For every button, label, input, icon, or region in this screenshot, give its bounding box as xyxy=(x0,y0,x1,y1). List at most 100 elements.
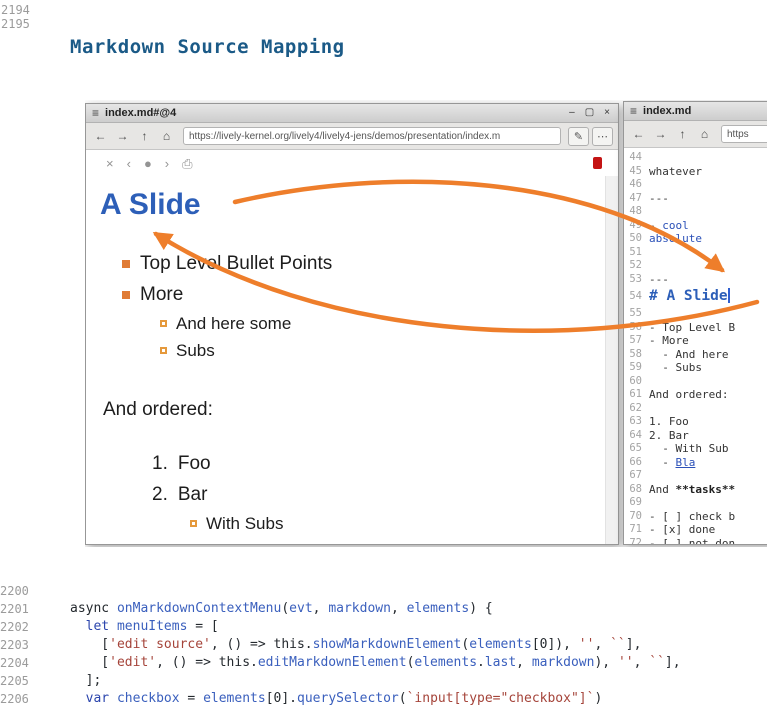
line-number: 65 xyxy=(624,442,649,456)
code-text: ['edit', () => this.editMarkdownElement(… xyxy=(34,654,681,672)
source-text: And **tasks** xyxy=(649,483,735,497)
up-button[interactable]: ↑ xyxy=(135,127,154,146)
maximize-button[interactable]: ▢ xyxy=(585,108,594,118)
bullet-text: And here some xyxy=(176,314,291,334)
source-line[interactable]: 52 xyxy=(624,259,767,273)
source-line[interactable]: 72- [ ] not don xyxy=(624,537,767,545)
source-text: # A Slide xyxy=(649,286,730,307)
up-button[interactable]: ↑ xyxy=(673,125,692,144)
code-line[interactable]: 2206 var checkbox = elements[0].querySel… xyxy=(0,690,767,708)
line-number: 50 xyxy=(624,232,649,246)
line-number: 56 xyxy=(624,321,649,335)
source-line[interactable]: 50absolute xyxy=(624,232,767,246)
back-button[interactable]: ← xyxy=(91,127,110,146)
source-line[interactable]: 53--- xyxy=(624,273,767,287)
home-button[interactable]: ⌂ xyxy=(157,127,176,146)
source-text: - With Sub xyxy=(649,442,728,456)
line-number: 51 xyxy=(624,246,649,260)
current-slide-dot-icon[interactable]: ● xyxy=(144,157,152,170)
source-line[interactable]: 67 xyxy=(624,469,767,483)
line-number: 48 xyxy=(624,205,649,219)
source-line[interactable]: 59 - Subs xyxy=(624,361,767,375)
ordered-text: Foo xyxy=(178,453,211,475)
source-line[interactable]: 55 xyxy=(624,307,767,321)
source-line[interactable]: 48 xyxy=(624,205,767,219)
source-line[interactable]: 642. Bar xyxy=(624,429,767,443)
close-button[interactable]: × xyxy=(604,108,610,118)
source-line[interactable]: 68And **tasks** xyxy=(624,483,767,497)
ordered-number: 2. xyxy=(152,484,168,506)
code-line[interactable]: 2203 ['edit source', () => this.showMark… xyxy=(0,636,767,654)
line-number: 2206 xyxy=(0,690,34,708)
source-line[interactable]: 56- Top Level B xyxy=(624,321,767,335)
minimize-button[interactable]: – xyxy=(569,108,575,118)
source-text: - More xyxy=(649,334,689,348)
more-options-button[interactable]: ⋯ xyxy=(592,127,613,146)
window-menu-icon[interactable]: ≡ xyxy=(630,105,637,117)
source-line[interactable]: 70- [ ] check b xyxy=(624,510,767,524)
source-line[interactable]: 69 xyxy=(624,496,767,510)
line-number: 58 xyxy=(624,348,649,362)
source-text: 1. Foo xyxy=(649,415,689,429)
source-line[interactable]: 58 - And here xyxy=(624,348,767,362)
url-input[interactable] xyxy=(183,127,561,145)
vertical-scrollbar[interactable] xyxy=(605,176,618,544)
presentation-close-icon[interactable]: × xyxy=(106,157,114,170)
url-input[interactable] xyxy=(721,125,767,143)
source-line[interactable]: 47--- xyxy=(624,192,767,206)
next-slide-icon[interactable]: › xyxy=(165,157,169,170)
source-line[interactable]: 44 xyxy=(624,151,767,165)
source-line[interactable]: 54# A Slide xyxy=(624,286,767,307)
source-line[interactable]: 66 - Bla xyxy=(624,456,767,470)
source-line[interactable]: 45whatever xyxy=(624,165,767,179)
presentation-toolbar: × ‹ ● › ⎙ xyxy=(86,150,618,176)
slide-content[interactable]: A Slide Top Level Bullet PointsMoreAnd h… xyxy=(86,176,618,544)
page-title: Markdown Source Mapping xyxy=(70,36,345,58)
line-number: 45 xyxy=(624,165,649,179)
code-line[interactable]: 2205 ]; xyxy=(0,672,767,690)
code-text: ['edit source', () => this.showMarkdownE… xyxy=(34,636,641,654)
code-block[interactable]: 22002201async onMarkdownContextMenu(evt,… xyxy=(0,582,767,708)
line-number: 61 xyxy=(624,388,649,402)
window-titlebar[interactable]: ≡ index.md#@4 – ▢ × xyxy=(86,104,618,123)
bullet-square-icon xyxy=(160,320,167,327)
line-number: 52 xyxy=(624,259,649,273)
source-line[interactable]: 57- More xyxy=(624,334,767,348)
source-line[interactable]: 62 xyxy=(624,402,767,416)
line-number: 59 xyxy=(624,361,649,375)
home-button[interactable]: ⌂ xyxy=(695,125,714,144)
code-line[interactable]: 2200 xyxy=(0,582,767,600)
print-icon[interactable]: ⎙ xyxy=(182,157,192,170)
slide-heading: A Slide xyxy=(100,188,590,222)
code-text xyxy=(34,582,70,600)
forward-button[interactable]: → xyxy=(113,127,132,146)
window-titlebar[interactable]: ≡ index.md xyxy=(624,102,767,121)
browser-navbar: ← → ↑ ⌂ ✎ ⋯ xyxy=(86,123,618,150)
back-button[interactable]: ← xyxy=(629,125,648,144)
source-line[interactable]: 65 - With Sub xyxy=(624,442,767,456)
code-line[interactable]: 2202 let menuItems = [ xyxy=(0,618,767,636)
forward-button[interactable]: → xyxy=(651,125,670,144)
code-line[interactable]: 2201async onMarkdownContextMenu(evt, mar… xyxy=(0,600,767,618)
source-line[interactable]: 631. Foo xyxy=(624,415,767,429)
window-menu-icon[interactable]: ≡ xyxy=(92,107,99,119)
line-number: 60 xyxy=(624,375,649,389)
source-line[interactable]: 49- cool xyxy=(624,219,767,233)
code-line[interactable]: 2204 ['edit', () => this.editMarkdownEle… xyxy=(0,654,767,672)
edit-pencil-button[interactable]: ✎ xyxy=(568,127,589,146)
source-line[interactable]: 60 xyxy=(624,375,767,389)
bullet-square-icon xyxy=(122,291,130,299)
window-source-editor: ≡ index.md ← → ↑ ⌂ 4445whatever4647---48… xyxy=(623,101,767,545)
line-number: 54 xyxy=(624,286,649,307)
prev-slide-icon[interactable]: ‹ xyxy=(127,157,131,170)
source-line[interactable]: 61And ordered: xyxy=(624,388,767,402)
source-line[interactable]: 51 xyxy=(624,246,767,260)
source-line[interactable]: 46 xyxy=(624,178,767,192)
line-number: 69 xyxy=(624,496,649,510)
source-line[interactable]: 71- [x] done xyxy=(624,523,767,537)
line-number: 2200 xyxy=(0,582,34,600)
line-number: 68 xyxy=(624,483,649,497)
text-cursor xyxy=(728,288,730,303)
code-text: async onMarkdownContextMenu(evt, markdow… xyxy=(34,600,493,618)
source-editor[interactable]: 4445whatever4647---4849- cool50absolute5… xyxy=(624,148,767,544)
